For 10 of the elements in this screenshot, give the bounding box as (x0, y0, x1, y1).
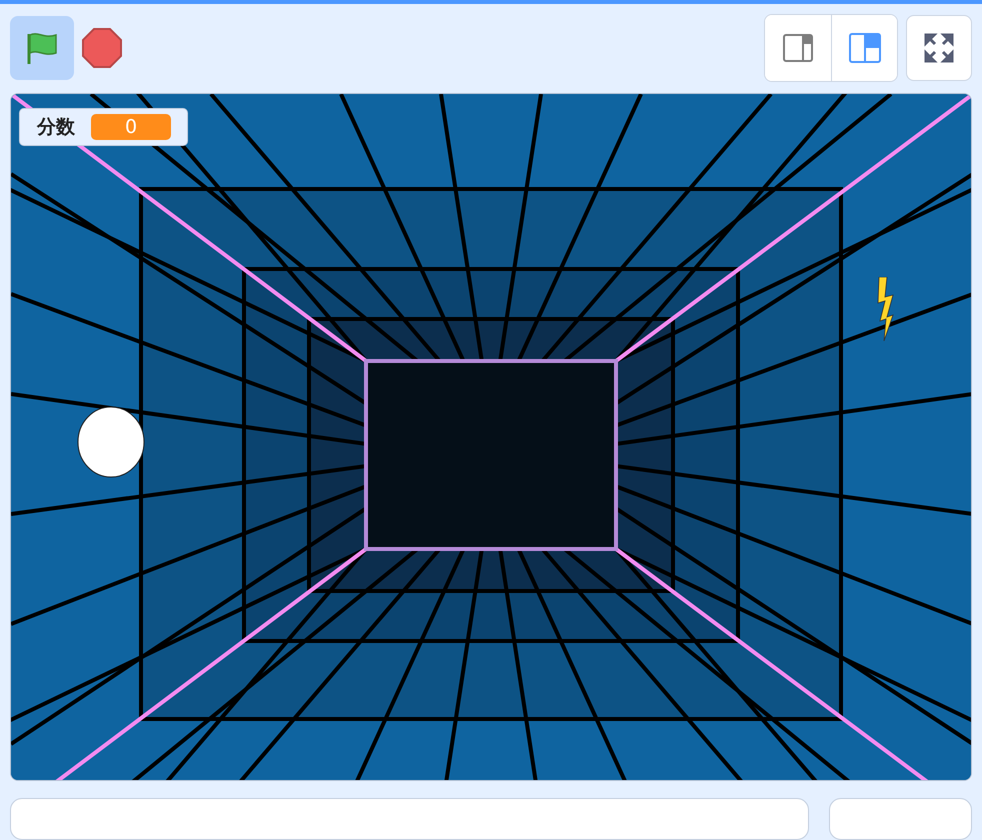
monitor-value: 0 (91, 114, 171, 140)
fullscreen-icon (924, 32, 954, 63)
fullscreen-button[interactable] (906, 14, 972, 81)
small-stage-icon (783, 34, 813, 62)
stop-icon (81, 26, 123, 69)
monitor-label: 分数 (37, 114, 75, 140)
normal-stage-icon (848, 32, 880, 63)
lightning-icon (877, 276, 895, 341)
flag-button[interactable] (10, 16, 74, 80)
normal-stage-button[interactable] (831, 14, 897, 81)
